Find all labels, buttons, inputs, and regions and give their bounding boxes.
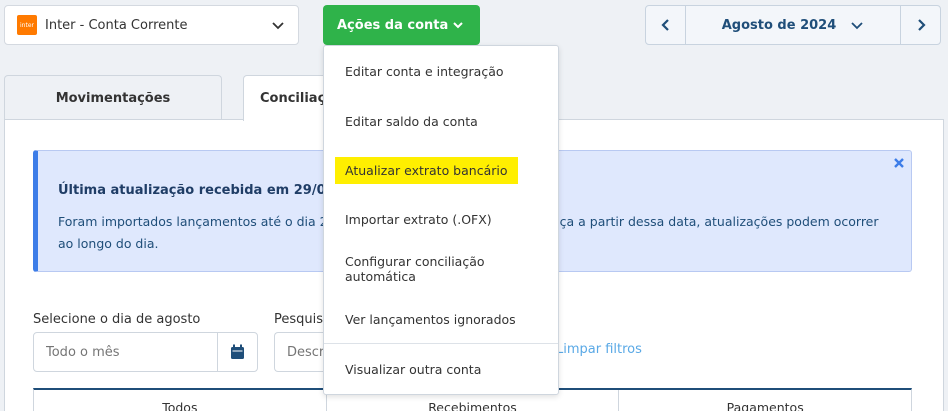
chevron-down-icon	[453, 22, 463, 29]
menu-item-visualizar-outra-conta[interactable]: Visualizar outra conta	[324, 354, 558, 384]
account-name: Inter - Conta Corrente	[45, 17, 188, 33]
next-month-button[interactable]	[900, 6, 940, 44]
chevron-right-icon	[917, 19, 926, 31]
clear-filters-link[interactable]: Limpar filtros	[556, 342, 642, 357]
account-actions-button[interactable]: Ações da conta	[323, 5, 480, 45]
calendar-icon	[231, 344, 244, 359]
calendar-button[interactable]	[217, 333, 257, 371]
account-actions-menu: Editar conta e integração Editar saldo d…	[323, 45, 559, 395]
menu-item-editar-saldo[interactable]: Editar saldo da conta	[324, 106, 558, 136]
chevron-down-icon	[272, 22, 284, 30]
chevron-left-icon	[660, 19, 669, 31]
month-label: Agosto de 2024	[721, 17, 837, 33]
day-filter	[33, 332, 258, 372]
tab-movimentacoes[interactable]: Movimentações	[4, 75, 222, 120]
menu-item-configurar-conciliacao[interactable]: Configurar conciliação automática	[324, 254, 558, 284]
account-actions-label: Ações da conta	[337, 17, 449, 33]
menu-divider	[324, 343, 558, 344]
menu-item-ver-ignorados[interactable]: Ver lançamentos ignorados	[324, 304, 558, 334]
menu-item-editar-conta[interactable]: Editar conta e integração	[324, 56, 558, 86]
previous-month-button[interactable]	[646, 6, 686, 44]
menu-item-atualizar-extrato[interactable]: Atualizar extrato bancário	[324, 155, 558, 185]
menu-item-importar-extrato[interactable]: Importar extrato (.OFX)	[324, 204, 558, 234]
account-select[interactable]: inter Inter - Conta Corrente	[4, 5, 299, 45]
chevron-down-icon	[851, 22, 863, 30]
segment-pagamentos[interactable]: Pagamentos	[619, 390, 911, 411]
month-navigator: Agosto de 2024	[645, 5, 941, 45]
day-input[interactable]	[34, 333, 217, 371]
bank-logo: inter	[17, 15, 37, 35]
close-icon[interactable]	[893, 157, 905, 169]
segment-todos[interactable]: Todos	[34, 390, 327, 411]
month-select[interactable]: Agosto de 2024	[686, 6, 900, 44]
day-filter-label: Selecione o dia de agosto	[33, 312, 201, 327]
